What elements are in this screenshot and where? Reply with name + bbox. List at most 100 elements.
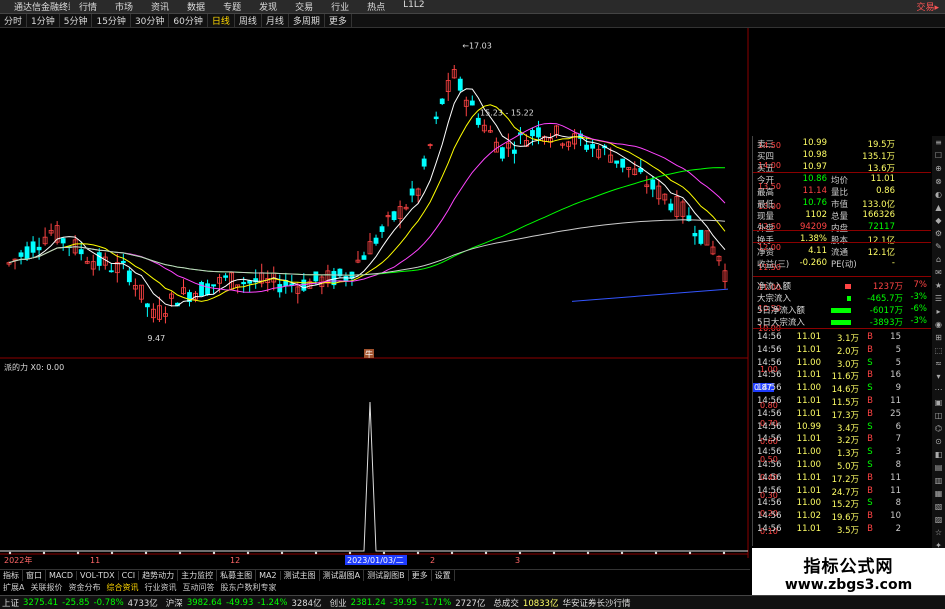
side-tool-icon[interactable]: ⋯	[932, 383, 945, 396]
info-tab-1[interactable]: 关联报价	[27, 582, 65, 593]
tick-row: 14:56 10.99 3.4万 S 6	[757, 422, 927, 434]
side-tool-icon[interactable]: ▨	[932, 513, 945, 526]
side-tool-icon[interactable]: ◆	[932, 214, 945, 227]
side-tool-icon[interactable]: ▦	[932, 487, 945, 500]
menu-item-1[interactable]: 市场	[106, 0, 142, 13]
tick-count: 10	[890, 511, 901, 522]
side-tool-icon[interactable]: ◫	[932, 409, 945, 422]
indicator-tab-6[interactable]: 主力监控	[178, 570, 218, 581]
period-tab-5[interactable]: 60分钟	[169, 14, 208, 27]
side-tool-icon[interactable]: ▣	[932, 396, 945, 409]
period-tab-6[interactable]: 日线	[208, 14, 235, 27]
candle-body	[277, 284, 283, 293]
side-tool-icon[interactable]: ▲	[932, 201, 945, 214]
period-tab-8[interactable]: 月线	[262, 14, 289, 27]
indicator-tab-1[interactable]: 窗口	[23, 570, 46, 581]
indicator-tab-7[interactable]: 私募主图	[217, 570, 257, 581]
tick-count: 8	[895, 460, 901, 470]
side-tool-icon[interactable]: ★	[932, 279, 945, 292]
tick-side: B	[867, 332, 873, 342]
side-tool-icon[interactable]: ✎	[932, 240, 945, 253]
side-tool-icon[interactable]: ☆	[932, 526, 945, 539]
indicator-tab-13[interactable]: 设置	[432, 570, 455, 581]
trade-button[interactable]: 交易▸	[916, 0, 939, 13]
info-tab-4[interactable]: 行业资讯	[141, 582, 179, 593]
menu-item-4[interactable]: 专题	[214, 0, 250, 13]
side-tool-icon[interactable]: ⊞	[932, 331, 945, 344]
period-tab-3[interactable]: 15分钟	[92, 14, 131, 27]
info-tab-3[interactable]: 综合资讯	[103, 582, 141, 593]
indicator-tab-10[interactable]: 测试副图A	[320, 570, 365, 581]
tick-volume: 17.3万	[831, 410, 859, 421]
side-tool-icon[interactable]: ▾	[932, 370, 945, 383]
quote-divider	[753, 230, 931, 231]
tick-count: 8	[895, 498, 901, 509]
period-tab-7[interactable]: 周线	[235, 14, 262, 27]
menu-item-9[interactable]: L1L2	[394, 0, 433, 13]
side-tool-icon[interactable]: ✉	[932, 266, 945, 279]
side-tool-icon[interactable]: ⚙	[932, 227, 945, 240]
info-tab-6[interactable]: 股东户数利专家	[217, 582, 279, 593]
info-tab-2[interactable]: 资金分布	[65, 582, 103, 593]
sh-change: -25.85	[62, 597, 90, 608]
tick-row: 14:56 11.00 15.2万 S 8	[757, 498, 927, 510]
flow-row: 净流入额 1237万 7%	[757, 280, 929, 292]
period-tab-0[interactable]: 分时	[0, 14, 28, 27]
side-tool-icon[interactable]: ☰	[932, 292, 945, 305]
menu-item-6[interactable]: 交易	[286, 0, 322, 13]
indicator-tab-11[interactable]: 测试副图B	[364, 570, 409, 581]
period-tab-9[interactable]: 多周期	[289, 14, 325, 27]
side-tool-icon[interactable]: ≡	[932, 136, 945, 149]
side-tool-icon[interactable]: ≈	[932, 357, 945, 370]
side-tool-icon[interactable]: ◉	[932, 318, 945, 331]
quote-label2: 总量	[831, 212, 849, 222]
indicator-tab-4[interactable]: CCI	[119, 571, 140, 580]
indicator-tab-9[interactable]: 测试主图	[281, 570, 320, 581]
side-tool-icon[interactable]: ⬚	[932, 344, 945, 357]
info-tab-5[interactable]: 互动问答	[179, 582, 217, 593]
axis-dot	[518, 551, 522, 555]
side-tool-icon[interactable]: ☐	[932, 149, 945, 162]
side-tool-icon[interactable]: ⊙	[932, 435, 945, 448]
axis-dot	[416, 551, 420, 555]
candle-body	[379, 226, 385, 232]
tick-row: 14:56 11.01 17.3万 B 25	[757, 409, 927, 421]
period-tab-10[interactable]: 更多	[325, 14, 352, 27]
side-tool-icon[interactable]: ◐	[932, 188, 945, 201]
side-tool-icon[interactable]: ▥	[932, 474, 945, 487]
period-tab-1[interactable]: 1分钟	[27, 14, 60, 27]
candle-body	[343, 276, 349, 282]
indicator-tab-2[interactable]: MACD	[46, 571, 77, 580]
side-tool-icon[interactable]: ▧	[932, 500, 945, 513]
info-tab-0[interactable]: 扩展A	[0, 582, 27, 593]
side-tool-icon[interactable]: ◧	[932, 448, 945, 461]
quote-label2: PE(动)	[831, 260, 857, 270]
broker-name: 华安证券长沙行情	[562, 598, 631, 609]
period-tab-2[interactable]: 5分钟	[60, 14, 93, 27]
axis-dot	[382, 551, 386, 555]
side-tool-icon[interactable]: ⌂	[932, 253, 945, 266]
menu-item-7[interactable]: 行业	[322, 0, 358, 13]
indicator-tab-5[interactable]: 趋势动力	[139, 570, 179, 581]
menu-item-0[interactable]: 行情	[70, 0, 106, 13]
quote-label: 净资	[757, 248, 775, 258]
side-tool-icon[interactable]: ▸	[932, 305, 945, 318]
menu-item-2[interactable]: 资讯	[142, 0, 178, 13]
menu-item-3[interactable]: 数据	[178, 0, 214, 13]
side-tool-icon[interactable]: ⊗	[932, 175, 945, 188]
indicator-tab-8[interactable]: MA2	[256, 571, 281, 580]
side-tool-icon[interactable]: ▤	[932, 461, 945, 474]
side-tool-icon[interactable]: ⊕	[932, 162, 945, 175]
indicator-tab-0[interactable]: 指标	[0, 570, 23, 581]
menu-item-8[interactable]: 热点	[358, 0, 394, 13]
tick-row: 14:56 11.01 17.2万 B 11	[757, 473, 927, 485]
indicator-tab-3[interactable]: VOL-TDX	[77, 571, 119, 580]
period-tab-4[interactable]: 30分钟	[131, 14, 170, 27]
indicator-tab-12[interactable]: 更多	[409, 570, 432, 581]
menu-item-5[interactable]: 发现	[250, 0, 286, 13]
kline-chart[interactable]: 派的力 X0: 0.00 2022年 11 12 2023/01/03/二 2 3 ←17.…	[0, 28, 750, 588]
time-tick-1: 11	[90, 556, 100, 565]
quote-divider	[753, 328, 931, 329]
tick-price: 11.01	[796, 434, 821, 445]
side-tool-icon[interactable]: ⌬	[932, 422, 945, 435]
